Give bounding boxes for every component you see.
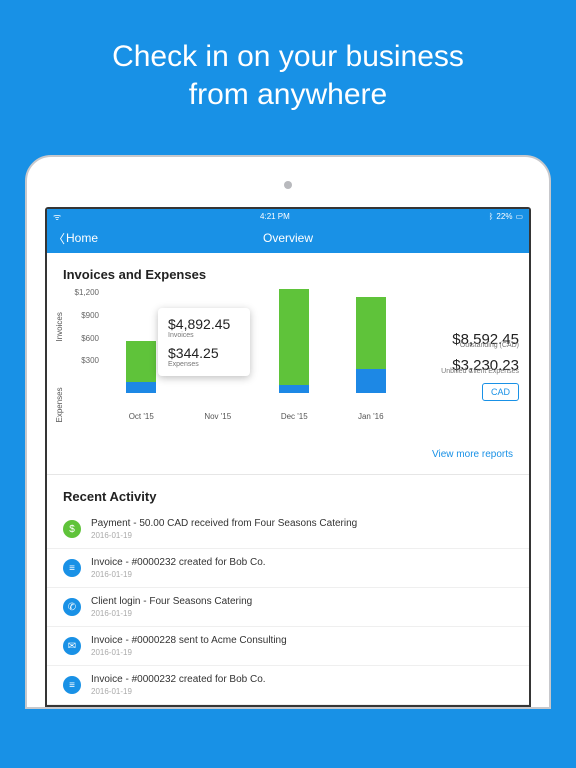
activity-date: 2016-01-19 xyxy=(91,648,287,657)
y-ticks: $1,200 $900 $600 $300 xyxy=(66,288,103,366)
content: Invoices and Expenses Invoices $1,200 $90… xyxy=(47,253,529,705)
bar-segment-expenses xyxy=(279,385,309,393)
y-tick: $600 xyxy=(81,334,99,343)
wifi-icon: ᯤ xyxy=(53,210,61,223)
hero-headline: Check in on your business from anywhere xyxy=(0,0,576,143)
screen: ᯤ 4:21 PM ᛒ 22% ▭ 〈 Home Overview Invoic… xyxy=(45,207,531,707)
activity-text: Client login - Four Seasons Catering xyxy=(91,596,252,607)
activity-row[interactable]: ✉ Invoice - #0000228 sent to Acme Consult… xyxy=(47,627,529,666)
doc-icon: ≡ xyxy=(63,559,81,577)
chart-section-title: Invoices and Expenses xyxy=(47,253,529,288)
activity-row[interactable]: ≡ Invoice - #0000232 created for Bob Co. 2… xyxy=(47,666,529,705)
bar-segment-expenses xyxy=(126,382,156,393)
back-label: Home xyxy=(66,231,98,245)
tooltip-invoice-value: $4,892.45 xyxy=(168,316,240,332)
bar-column[interactable] xyxy=(126,341,156,393)
doc-icon: ≡ xyxy=(63,676,81,694)
chart-area: Invoices $1,200 $900 $600 $300 Expenses Oct… xyxy=(47,288,529,449)
axis-label-expenses: Expenses xyxy=(53,366,66,444)
x-tick: Jan '16 xyxy=(356,412,386,421)
activity-text: Invoice - #0000232 created for Bob Co. xyxy=(91,557,266,568)
currency-button[interactable]: CAD xyxy=(482,383,519,401)
activity-row[interactable]: ✆ Client login - Four Seasons Catering 201… xyxy=(47,588,529,627)
bar-segment-expenses xyxy=(356,369,386,394)
activity-row[interactable]: $ Payment - 50.00 CAD received from Four … xyxy=(47,510,529,549)
recent-activity-title: Recent Activity xyxy=(47,475,529,510)
status-time: 4:21 PM xyxy=(260,212,290,221)
activity-text: Invoice - #0000228 sent to Acme Consulti… xyxy=(91,635,287,646)
bar-column[interactable] xyxy=(279,289,309,393)
battery-icon: ▭ xyxy=(515,212,523,221)
tooltip-expense-value: $344.25 xyxy=(168,345,240,361)
y-axis: Invoices $1,200 $900 $600 $300 Expenses xyxy=(53,288,103,443)
chart-main: Oct '15 Nov '15 Dec '15 Jan '16 $4,892.45 I… xyxy=(103,288,409,443)
tooltip-invoice-label: Invoices xyxy=(168,332,240,339)
activity-list: $ Payment - 50.00 CAD received from Four … xyxy=(47,510,529,705)
axis-label-invoices: Invoices xyxy=(53,288,66,366)
bar-segment-invoices xyxy=(279,289,309,385)
x-tick: Dec '15 xyxy=(279,412,309,421)
activity-date: 2016-01-19 xyxy=(91,531,357,540)
x-axis: Oct '15 Nov '15 Dec '15 Jan '16 xyxy=(103,412,409,421)
hero-line2: from anywhere xyxy=(189,78,387,111)
view-more-reports-link[interactable]: View more reports xyxy=(47,449,529,470)
battery-percent: 22% xyxy=(496,212,512,221)
mail-icon: ✉ xyxy=(63,637,81,655)
activity-date: 2016-01-19 xyxy=(91,609,252,618)
dollar-icon: $ xyxy=(63,520,81,538)
chart-bars xyxy=(103,288,409,393)
bar-segment-invoices xyxy=(356,297,386,369)
hero-line1: Check in on your business xyxy=(112,40,464,73)
unbilled-label: Unbilled Client Expenses xyxy=(441,368,519,375)
bar-column[interactable] xyxy=(356,297,386,393)
page-title: Overview xyxy=(263,231,313,245)
activity-date: 2016-01-19 xyxy=(91,687,266,696)
activity-row[interactable]: ≡ Invoice - #0000232 created for Bob Co. 2… xyxy=(47,549,529,588)
chart-tooltip: $4,892.45 Invoices $344.25 Expenses xyxy=(158,308,250,376)
camera-dot xyxy=(284,181,292,189)
bar-segment-invoices xyxy=(126,341,156,381)
phone-icon: ✆ xyxy=(63,598,81,616)
y-tick: $300 xyxy=(81,356,99,365)
tablet-frame: ᯤ 4:21 PM ᛒ 22% ▭ 〈 Home Overview Invoic… xyxy=(25,155,551,709)
chevron-left-icon: 〈 xyxy=(53,230,65,247)
nav-bar: 〈 Home Overview xyxy=(47,223,529,253)
activity-date: 2016-01-19 xyxy=(91,570,266,579)
tooltip-expense-label: Expenses xyxy=(168,361,240,368)
outstanding-label: Outstanding (CAD) xyxy=(452,342,519,349)
y-tick: $900 xyxy=(81,311,99,320)
chart-summary: $8,592.45 Outstanding (CAD) $3,230.23 Un… xyxy=(409,288,519,443)
activity-text: Invoice - #0000232 created for Bob Co. xyxy=(91,674,266,685)
y-tick: $1,200 xyxy=(75,288,99,297)
status-bar: ᯤ 4:21 PM ᛒ 22% ▭ xyxy=(47,209,529,223)
x-tick: Nov '15 xyxy=(203,412,233,421)
x-tick: Oct '15 xyxy=(126,412,156,421)
back-button[interactable]: 〈 Home xyxy=(53,230,98,247)
activity-text: Payment - 50.00 CAD received from Four S… xyxy=(91,518,357,529)
bluetooth-icon: ᛒ xyxy=(489,212,494,221)
